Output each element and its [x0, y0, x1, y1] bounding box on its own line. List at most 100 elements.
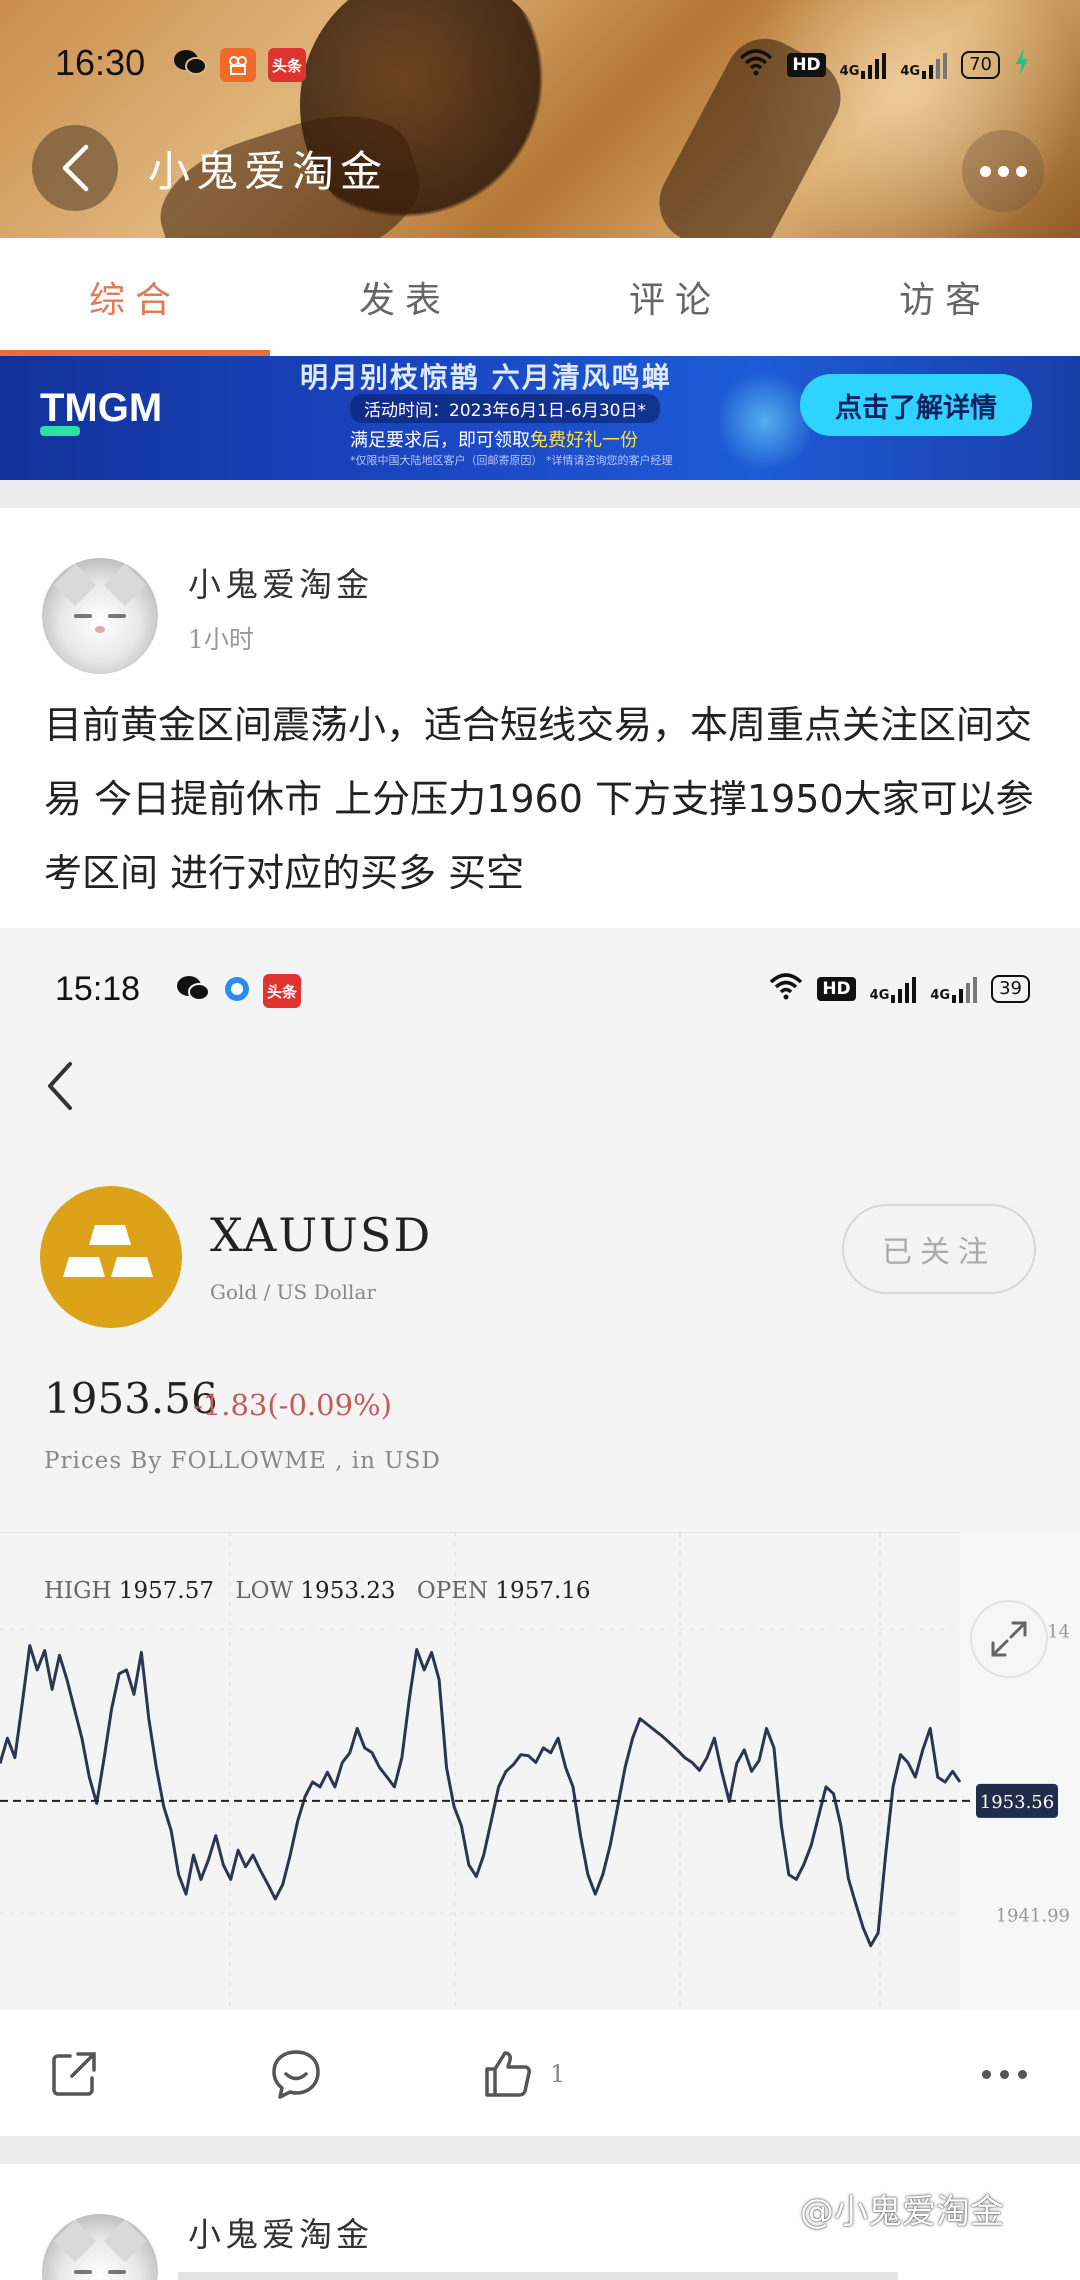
content-placeholder [178, 2272, 898, 2280]
avatar-cat-nose [95, 626, 105, 633]
post-timestamp: 1小时 [188, 625, 254, 654]
chevron-left-icon [62, 144, 89, 192]
battery-indicator: 70 [961, 50, 1000, 79]
signal-bars-icon [922, 51, 948, 79]
profile-tabs: 综合 发表 评论 访客 [0, 238, 1080, 356]
hd-badge: HD [787, 52, 826, 77]
y-tick-label: 1941.99 [996, 1906, 1070, 1927]
gold-bars-icon [40, 1186, 182, 1328]
post-more-button[interactable] [982, 2070, 1027, 2079]
signal-bars-icon [891, 975, 917, 1003]
tab-visitors[interactable]: 访客 [810, 238, 1080, 356]
hd-badge: HD [817, 976, 856, 1001]
ad-cta-button[interactable]: 点击了解详情 [800, 374, 1032, 436]
kuaishou-icon [220, 48, 256, 82]
toutiao-icon: 头条 [263, 974, 301, 1008]
signal-1: 4G [870, 975, 917, 1003]
status-bar: 16:30 头条 HD 4G 4G 70 [0, 0, 1080, 130]
more-dot [1015, 165, 1027, 177]
open-label: OPEN [416, 1578, 489, 1604]
status-time: 16:30 [55, 42, 146, 83]
tab-overview[interactable]: 综合 [0, 238, 270, 356]
signal-bars-icon [861, 51, 887, 79]
like-count: 1 [550, 2060, 566, 2088]
post-author[interactable]: 小鬼爱淘金 [188, 558, 373, 606]
ad-brand: TMGM [40, 386, 163, 430]
more-options-button[interactable] [962, 130, 1044, 212]
notification-icons: 头条 [172, 48, 306, 82]
fullscreen-button [970, 1600, 1048, 1678]
post-author[interactable]: 小鬼爱淘金 [188, 2208, 373, 2256]
avatar-cat-eye [74, 614, 92, 618]
avatar[interactable] [42, 2214, 158, 2280]
ad-brand-logo [40, 426, 80, 436]
thumbs-up-icon [485, 2051, 531, 2097]
open-value: 1957.16 [495, 1578, 591, 1604]
symbol-name: XAUUSD [210, 1208, 433, 1262]
embedded-system-icons: HD 4G 4G 39 [769, 972, 1030, 1005]
signal-bars-icon [952, 975, 978, 1003]
post-body: 目前黄金区间震荡小，适合短线交易，本周重点关注区间交易 今日提前休市 上分压力1… [44, 703, 1034, 895]
section-divider [0, 480, 1080, 508]
back-button[interactable] [32, 125, 118, 211]
more-dot [1018, 2070, 1027, 2079]
more-dot [1000, 2070, 1009, 2079]
chevron-left-icon [48, 1062, 72, 1110]
low-label: LOW [235, 1578, 294, 1604]
network-type: 4G [900, 63, 921, 79]
page-title: 小鬼爱淘金 [148, 147, 389, 196]
tab-posts[interactable]: 发表 [270, 238, 540, 356]
avatar-cat-eye [108, 2270, 126, 2274]
signal-1: 4G [840, 51, 887, 79]
signal-2: 4G [930, 975, 978, 1003]
section-divider [0, 2136, 1080, 2164]
tab-comments[interactable]: 评论 [540, 238, 810, 356]
share-icon [52, 2052, 96, 2096]
comment-icon [272, 2050, 320, 2099]
avatar[interactable] [42, 558, 158, 674]
following-button: 已关注 [842, 1204, 1036, 1294]
ad-fine-print: *仅限中国大陆地区客户（回邮寄原因） *详情请咨询您的客户经理 [350, 454, 673, 467]
avatar-cat-ear [103, 2219, 147, 2263]
system-icons: HD 4G 4G 70 [739, 48, 1030, 81]
embedded-status-time: 15:18 [55, 970, 141, 1008]
symbol-description: Gold / US Dollar [210, 1280, 376, 1304]
watermark: @小鬼爱淘金 [800, 2192, 1004, 2232]
avatar-cat-ear [103, 563, 147, 607]
post-image[interactable]: 15:18 头条 HD 4G 4G 39 XAUUSD Gold / US Do… [0, 928, 1080, 2010]
avatar-cat-ear [53, 2219, 97, 2263]
price-source: Prices By FOLLOWME , in USD [44, 1448, 441, 1474]
wechat-icon [172, 48, 208, 82]
post-action-bar: 1 [0, 2010, 1080, 2136]
high-low-open: HIGH 1957.57 LOW 1953.23 OPEN 1957.16 [44, 1578, 605, 1604]
network-type: 4G [839, 63, 860, 79]
avatar-cat-eye [108, 614, 126, 618]
comment-button[interactable] [268, 2046, 324, 2102]
wechat-icon [175, 974, 211, 1008]
wifi-icon [739, 48, 773, 81]
ad-title: 明月别枝惊鹊 六月清风鸣蝉 [300, 361, 672, 394]
toutiao-icon: 头条 [268, 48, 306, 82]
profile-header: 16:30 头条 HD 4G 4G 70 小鬼爱淘金 [0, 0, 1080, 238]
embedded-back-button [42, 1056, 82, 1116]
price-change: -1.83(-0.09%) [193, 1388, 392, 1422]
signal-2: 4G [900, 51, 948, 79]
ad-offer-text: 满足要求后，即可领取 [350, 430, 530, 451]
more-dot [982, 2070, 991, 2079]
ad-offer: 满足要求后，即可领取免费好礼一份 [350, 426, 638, 452]
more-dot [997, 165, 1009, 177]
like-button[interactable] [480, 2046, 536, 2102]
share-button[interactable] [46, 2046, 102, 2102]
avatar-cat-ear [53, 563, 97, 607]
expand-icon [991, 1621, 1027, 1657]
browser-icon [223, 975, 251, 1007]
embedded-notification-icons: 头条 [175, 974, 301, 1008]
ad-banner[interactable]: TMGM 明月别枝惊鹊 六月清风鸣蝉 活动时间：2023年6月1日-6月30日*… [0, 356, 1080, 480]
current-price-label: 1953.56 [980, 1792, 1054, 1813]
network-type: 4G [869, 987, 890, 1003]
feed-post[interactable]: 小鬼爱淘金 1小时 目前黄金区间震荡小，适合短线交易，本周重点关注区间交易 今日… [0, 508, 1080, 928]
charging-icon [1014, 48, 1030, 81]
battery-indicator: 39 [991, 974, 1030, 1003]
network-type: 4G [930, 987, 951, 1003]
ad-offer-highlight: 免费好礼一份 [530, 430, 638, 451]
